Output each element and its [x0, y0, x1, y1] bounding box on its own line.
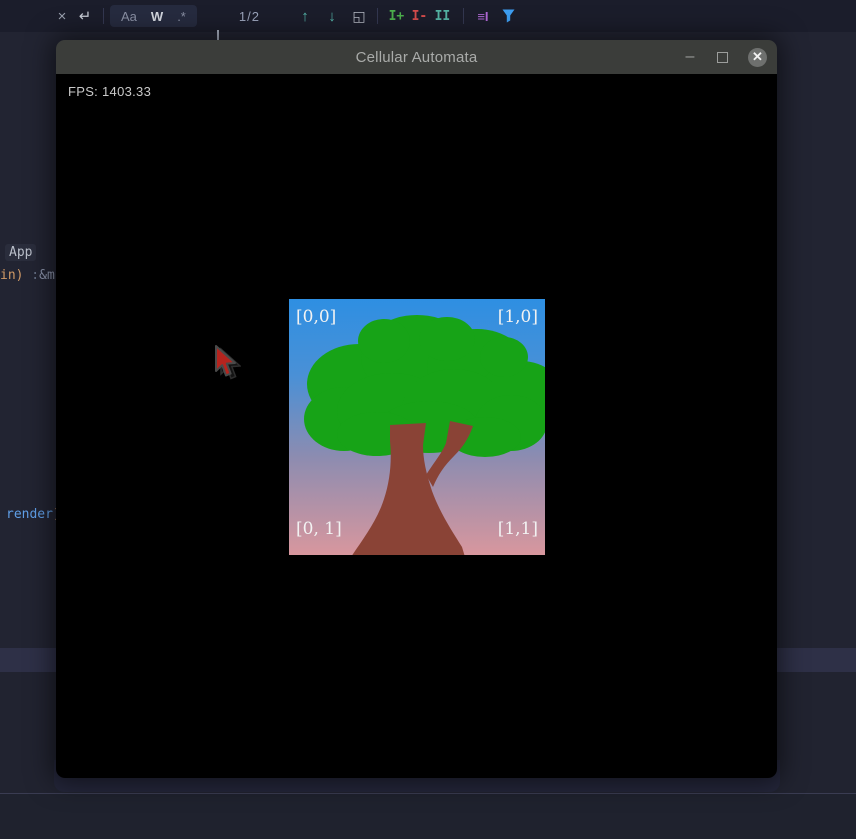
search-in-selection-icon[interactable]: ◱	[350, 0, 368, 32]
uv-label-top-right: [1,0]	[498, 307, 538, 327]
filter-icon[interactable]	[501, 0, 517, 32]
match-count: 1/2	[239, 0, 260, 32]
uv-label-bottom-right: [1,1]	[498, 519, 538, 539]
code-fragment-app[interactable]: App	[5, 244, 36, 261]
code-token: :	[23, 268, 39, 283]
maximize-button[interactable]	[717, 52, 728, 63]
code-token: render	[6, 507, 53, 522]
uv-label-bottom-left: [0, 1]	[296, 519, 342, 539]
window-title-bar[interactable]: Cellular Automata – ✕	[56, 40, 777, 74]
code-fragment-line[interactable]: in) :&mu	[0, 268, 63, 283]
next-match-icon[interactable]: ↓	[323, 0, 341, 32]
code-fragment-line[interactable]: render)	[6, 507, 61, 522]
cellular-automata-window[interactable]: Cellular Automata – ✕ FPS: 1403.33	[56, 40, 777, 778]
search-toolbar: × ↵ Aa W .* 1/2 ↑ ↓ ◱ I+ I- II ≡I	[0, 0, 856, 32]
search-options-group: Aa W .*	[110, 5, 197, 27]
uv-label-top-left: [0,0]	[296, 307, 336, 327]
render-canvas[interactable]: FPS: 1403.33	[56, 74, 777, 778]
add-cursor-icon[interactable]: I+	[385, 0, 408, 32]
editor-bottom-panel	[0, 794, 856, 839]
enter-icon[interactable]: ↵	[76, 0, 94, 32]
remove-cursor-icon[interactable]: I-	[408, 0, 431, 32]
window-title: Cellular Automata	[356, 49, 478, 66]
mouse-cursor-icon	[213, 345, 241, 381]
whole-word-toggle[interactable]: W	[144, 0, 170, 32]
multi-cursor-icon[interactable]: II	[431, 0, 454, 32]
selection-lines-icon[interactable]: ≡I	[471, 0, 495, 32]
code-token: in)	[0, 268, 23, 283]
toolbar-divider	[103, 8, 104, 24]
regex-toggle[interactable]: .*	[170, 0, 193, 32]
search-close-icon[interactable]: ×	[54, 0, 70, 32]
prev-match-icon[interactable]: ↑	[296, 0, 314, 32]
tree-texture-quad: [0,0] [1,0] [0, 1] [1,1]	[289, 299, 545, 555]
minimize-button[interactable]: –	[683, 48, 697, 66]
toolbar-divider	[377, 8, 378, 24]
window-controls: – ✕	[683, 40, 767, 74]
panel-divider	[0, 793, 856, 794]
fps-counter: FPS: 1403.33	[68, 84, 151, 99]
close-button[interactable]: ✕	[748, 48, 767, 67]
match-case-toggle[interactable]: Aa	[114, 0, 144, 32]
tree-illustration	[289, 299, 545, 555]
toolbar-divider	[463, 8, 464, 24]
